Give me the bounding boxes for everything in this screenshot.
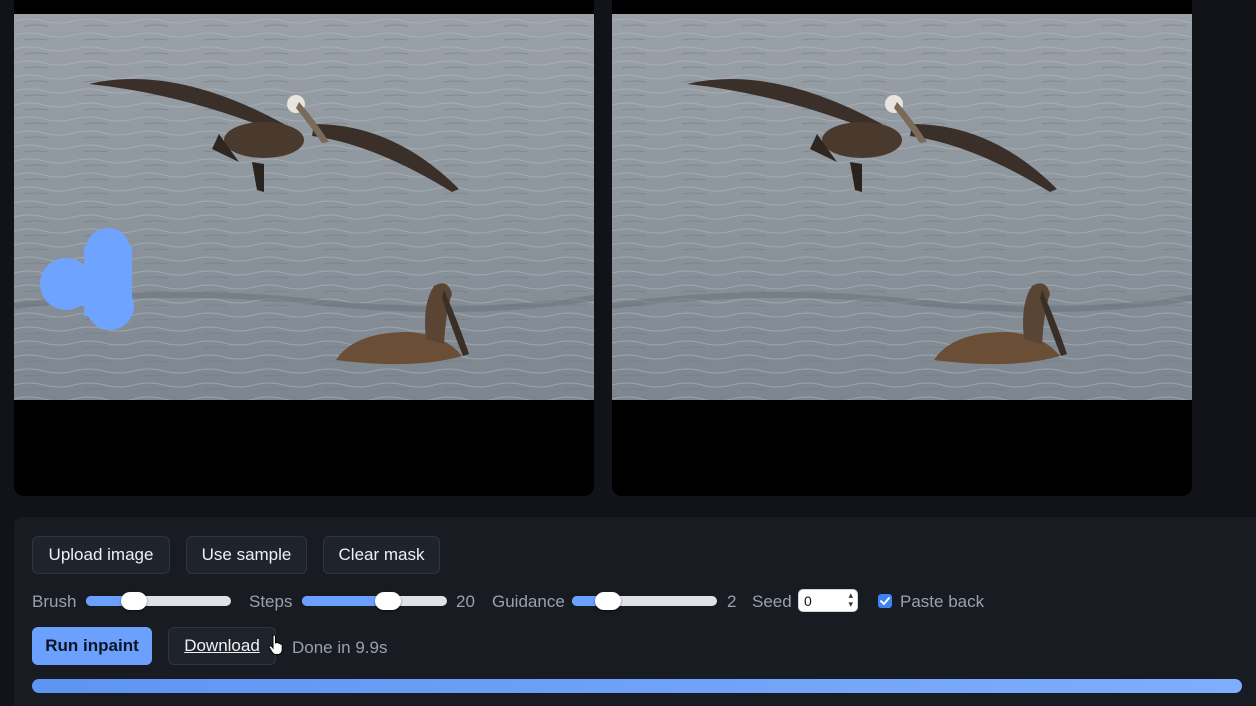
seed-stepper-icon[interactable]: ▴ ▾ bbox=[848, 591, 853, 609]
guidance-value: 2 bbox=[727, 592, 737, 611]
steps-label: Steps bbox=[249, 592, 293, 611]
output-photo bbox=[612, 14, 1192, 400]
download-button[interactable]: Download bbox=[168, 627, 276, 665]
steps-value: 20 bbox=[456, 592, 475, 611]
seed-field[interactable]: ▴▾ bbox=[798, 589, 858, 612]
guidance-slider-thumb[interactable] bbox=[595, 592, 622, 610]
use-sample-button[interactable]: Use sample bbox=[186, 536, 307, 574]
seed-input[interactable] bbox=[804, 592, 840, 610]
brush-label: Brush bbox=[32, 592, 77, 611]
brush-slider-thumb[interactable] bbox=[120, 592, 147, 610]
brush-slider[interactable] bbox=[86, 592, 231, 610]
input-image-panel[interactable] bbox=[14, 0, 594, 496]
paste-back-checkbox[interactable] bbox=[878, 594, 892, 608]
paste-back-label: Paste back bbox=[900, 592, 985, 611]
pointer-cursor-icon bbox=[268, 634, 283, 655]
controls-panel: Upload image Use sample Clear mask Brush… bbox=[14, 517, 1256, 706]
guidance-label: Guidance bbox=[492, 592, 565, 611]
steps-slider-thumb[interactable] bbox=[374, 592, 401, 610]
seed-label: Seed bbox=[752, 592, 792, 611]
checkmark-icon bbox=[880, 597, 890, 605]
guidance-slider[interactable] bbox=[572, 592, 717, 610]
input-photo-canvas[interactable] bbox=[14, 14, 594, 400]
output-image-panel bbox=[612, 0, 1192, 496]
clear-mask-button[interactable]: Clear mask bbox=[323, 536, 440, 574]
run-inpaint-button[interactable]: Run inpaint bbox=[32, 627, 152, 665]
upload-image-button[interactable]: Upload image bbox=[32, 536, 170, 574]
status-text: Done in 9.9s bbox=[292, 638, 388, 657]
steps-slider[interactable] bbox=[302, 592, 447, 610]
progress-bar bbox=[32, 679, 1242, 693]
